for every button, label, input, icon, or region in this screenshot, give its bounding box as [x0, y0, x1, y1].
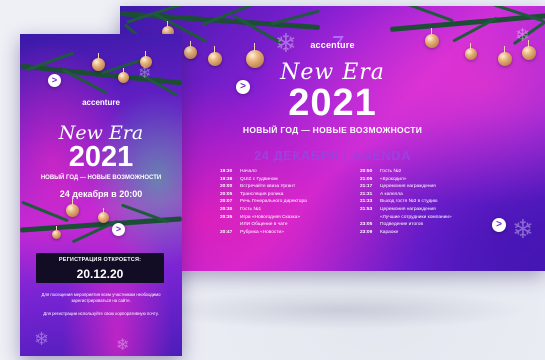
- agenda-time: 21:05: [360, 176, 373, 182]
- next-arrow-button[interactable]: >: [112, 223, 125, 236]
- snowflake-icon: ❄: [116, 337, 130, 354]
- event-date: 24 декабря в 20:00: [59, 189, 143, 199]
- event-subtitle: НОВЫЙ ГОД — НОВЫЕ ВОЗМОЖНОСТИ: [40, 175, 162, 181]
- agenda-item-text: Церемония награждения: [380, 206, 436, 212]
- agenda-item-text: Игра «Новогодняя Сказка»: [240, 214, 301, 220]
- snowflake-icon: ❄: [512, 214, 534, 244]
- registration-date: 20.12.20: [76, 267, 124, 281]
- agenda-item-text: Начало: [240, 169, 257, 174]
- agenda-time: 20:35: [220, 214, 233, 220]
- agenda-row: 20:47 Рубрика «Новости»: [220, 229, 307, 237]
- registration-email-note: Для регистрации используйте свою корпора…: [43, 311, 159, 316]
- agenda-heading: 24 ДЕКАБРЯ | AGENDA: [253, 148, 412, 163]
- portrait-poster: ❄ ❄ ❄ > > accenture New Era 2021 НОВЫЙ Г…: [20, 34, 182, 356]
- agenda-column-left: 19:30 Начало 19:38 QUIZ с Гудвином 20:00 Встр…: [220, 168, 307, 236]
- registration-label: РЕГИСТРАЦИЯ ОТКРОЕТСЯ:: [58, 257, 142, 263]
- agenda-item-text: ИЛИ Общение в чате: [240, 222, 288, 228]
- agenda-time: 21:31: [360, 191, 373, 197]
- agenda-time: 20:00: [220, 184, 233, 190]
- agenda-item-text: Рубрика «Новости»: [240, 229, 284, 235]
- agenda-row: 19:38 QUIZ с Гудвином: [220, 176, 307, 184]
- chevron-right-icon: >: [115, 224, 122, 234]
- agenda-row: 23:05 Подведение итогов: [360, 221, 452, 229]
- agenda-time: 20:47: [220, 229, 233, 235]
- agenda-row: 20:07 Речь Генерального директора: [220, 198, 307, 206]
- next-arrow-button[interactable]: >: [48, 74, 61, 87]
- agenda-row: ИЛИ Общение в чате: [220, 221, 307, 229]
- agenda-row: 21:17 Церемония награждения: [360, 183, 452, 191]
- agenda-time: 20:30: [220, 206, 233, 212]
- agenda-row: 21:53 Церемония награждения: [360, 206, 452, 214]
- agenda-item-text: Речь Генерального директора: [240, 199, 307, 205]
- ornament: [66, 198, 79, 217]
- fir-branch-middle: [20, 200, 182, 252]
- agenda-time: 19:38: [220, 176, 233, 182]
- registration-note: Для посещения мероприятия всем участника…: [41, 292, 161, 303]
- agenda-row: 21:05 «Крокодил»: [360, 176, 452, 184]
- agenda-item-text: Гость №1: [240, 206, 262, 212]
- agenda-item-text: Караоке: [380, 229, 399, 235]
- agenda-time: 21:53: [360, 206, 373, 212]
- agenda-column-right: 20:50 Гость №2 21:05 «Крокодил» 21:17 Церемон…: [360, 168, 452, 236]
- next-arrow-button[interactable]: >: [492, 218, 506, 232]
- agenda-item-text: QUIZ с Гудвином: [240, 176, 278, 182]
- agenda-item-text: А капелла: [380, 191, 403, 197]
- agenda-row: 20:35 Игра «Новогодняя Сказка»: [220, 214, 307, 222]
- floor-shadow: [150, 290, 530, 330]
- agenda-item-text: Встречайте квиза Ургант: [240, 184, 296, 190]
- ornament: [52, 226, 61, 239]
- agenda-item-text: Выход гостя №3 в студию: [380, 199, 438, 205]
- registration-box: РЕГИСТРАЦИЯ ОТКРОЕТСЯ: 20.12.20: [36, 253, 164, 283]
- chevron-right-icon: >: [51, 75, 58, 85]
- event-year: 2021: [68, 141, 134, 173]
- agenda-time: 20:05: [220, 191, 233, 197]
- agenda-item-text: «Крокодил»: [380, 176, 407, 182]
- agenda-item-text: Церемония награждения: [380, 184, 436, 190]
- agenda-item-text: «Лучшие сотрудники компании»: [380, 214, 452, 220]
- agenda-time: 20:50: [360, 169, 373, 174]
- agenda-item-text: Гость №2: [380, 169, 402, 174]
- event-subtitle: НОВЫЙ ГОД — НОВЫЕ ВОЗМОЖНОСТИ: [242, 125, 423, 135]
- chevron-right-icon: >: [496, 219, 502, 230]
- agenda-row: 20:00 Встречайте квиза Ургант: [220, 183, 307, 191]
- agenda-row: 21:31 А капелла: [360, 191, 452, 199]
- agenda-row: 20:30 Гость №1: [220, 206, 307, 214]
- brand-logo: accenture: [82, 98, 120, 107]
- snowflake-icon: ❄: [34, 329, 50, 349]
- agenda-time: 21:17: [360, 184, 373, 190]
- brand-logo: accenture: [310, 40, 355, 50]
- agenda-row: 23:09 Караоке: [360, 229, 452, 237]
- ornament: [118, 67, 129, 83]
- agenda-time: 23:05: [360, 222, 373, 228]
- agenda-time: 23:09: [360, 229, 373, 235]
- agenda-row: «Лучшие сотрудники компании»: [360, 214, 452, 222]
- agenda-row: 19:30 Начало: [220, 168, 307, 176]
- agenda-time: 19:30: [220, 169, 233, 174]
- landscape-poster: ❄ ❄ ❄ > > accenture New Era 2021 НОВЫЙ Г…: [120, 6, 545, 271]
- event-year: 2021: [288, 82, 377, 124]
- ornament: [98, 207, 109, 223]
- agenda-row: 20:05 Трансляция ролика: [220, 191, 307, 199]
- agenda-item-text: Подведение итогов: [380, 222, 424, 228]
- snowflake-icon: ❄: [138, 65, 152, 82]
- agenda-item-text: Трансляция ролика: [240, 191, 284, 197]
- agenda-row: 21:33 Выход гостя №3 в студию: [360, 198, 452, 206]
- ornament: [92, 52, 105, 71]
- agenda-row: 20:50 Гость №2: [360, 168, 452, 176]
- agenda-time: 20:07: [220, 199, 233, 205]
- agenda-time: 21:33: [360, 199, 373, 205]
